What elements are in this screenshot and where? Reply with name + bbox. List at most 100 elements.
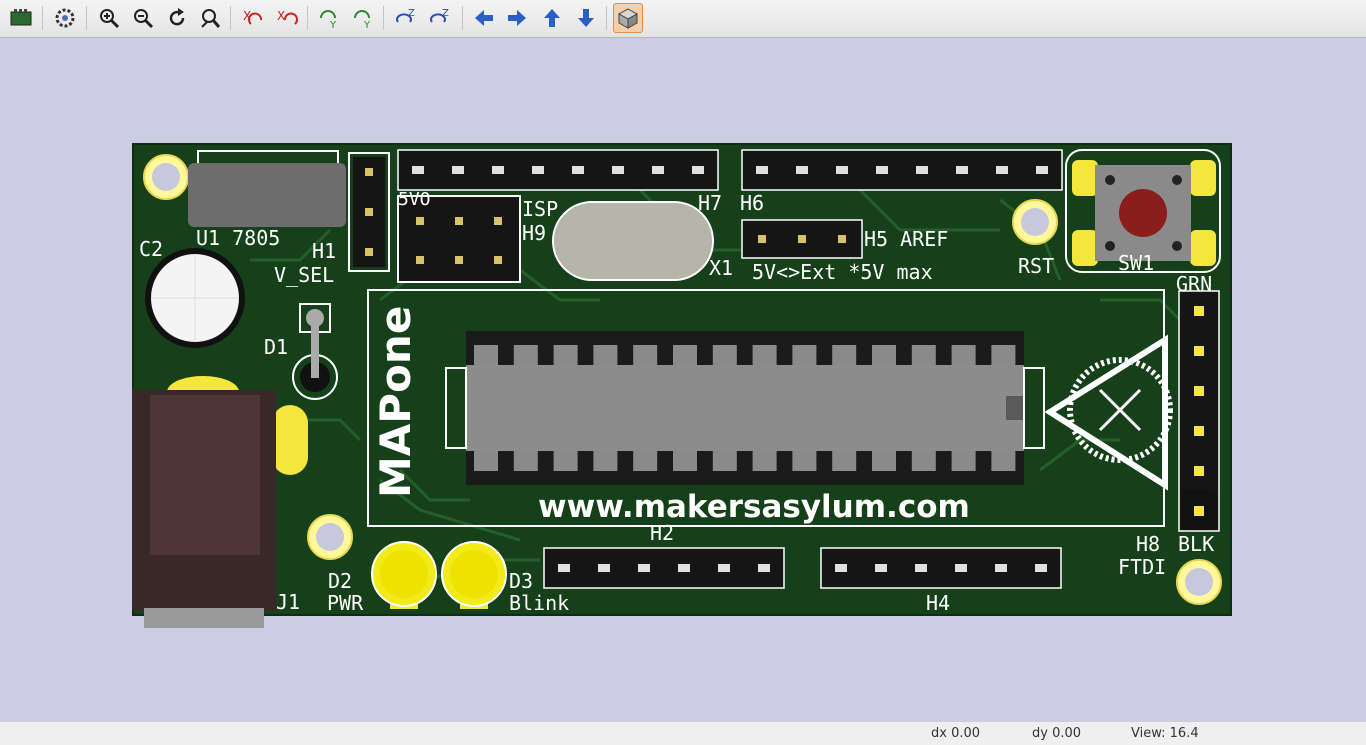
- status-bar: dx 0.00 dy 0.00 View: 16.4: [0, 721, 1366, 745]
- svg-text:Y: Y: [329, 20, 337, 30]
- render-options-button[interactable]: [6, 3, 36, 33]
- header-pin: [1036, 166, 1048, 174]
- mcu-pin: [951, 451, 976, 471]
- rotate-z-ccw-icon: Z: [430, 8, 449, 23]
- svg-text:Y: Y: [363, 20, 371, 30]
- mcu-pin: [593, 451, 618, 471]
- mcu-pin: [792, 345, 817, 365]
- header-pin: [1194, 346, 1204, 356]
- mcu-pin: [593, 345, 618, 365]
- header-pin: [612, 166, 624, 174]
- rotate-x-ccw-icon: X: [277, 9, 298, 25]
- label-d2: D2: [328, 569, 352, 593]
- header-pin: [572, 166, 584, 174]
- mcu-pin: [832, 345, 857, 365]
- header-pin: [1194, 426, 1204, 436]
- mcu-pin: [553, 451, 578, 471]
- rotate-y-cw-icon: Y: [320, 10, 337, 30]
- header-pin: [996, 166, 1008, 174]
- header-pin: [876, 166, 888, 174]
- zoom-in-icon: [100, 9, 120, 29]
- mcu-pin: [553, 345, 578, 365]
- rotate-z-ccw-button[interactable]: Z: [425, 3, 455, 33]
- header-pin: [796, 166, 808, 174]
- label-h7: H7: [698, 191, 722, 215]
- zoom-out-icon: [134, 9, 154, 29]
- settings-button[interactable]: [50, 3, 80, 33]
- header-pin: [692, 166, 704, 174]
- move-right-button[interactable]: [502, 3, 532, 33]
- label-sw1: SW1: [1118, 251, 1154, 275]
- svg-text:Z: Z: [408, 8, 415, 19]
- rotate-y-cw-button[interactable]: Y: [314, 3, 344, 33]
- rotate-z-cw-icon: Z: [396, 8, 415, 23]
- rotate-x-cw-button[interactable]: X: [238, 3, 268, 33]
- zoom-out-button[interactable]: [128, 3, 158, 33]
- x1-crystal: [552, 201, 714, 281]
- header-pin: [915, 564, 927, 572]
- mcu-pin: [673, 345, 697, 365]
- header-pin: [452, 166, 464, 174]
- toolbar: X X Y Y Z Z: [0, 0, 1366, 38]
- header-pin: [836, 166, 848, 174]
- zoom-in-button[interactable]: [94, 3, 124, 33]
- header-pin: [875, 564, 887, 572]
- zoom-fit-button[interactable]: [195, 3, 225, 33]
- mcu-pin: [872, 451, 896, 471]
- mcu-pin: [752, 345, 777, 365]
- label-d3: D3: [509, 569, 533, 593]
- zoom-fit-icon: [201, 9, 221, 28]
- label-ftdi: FTDI: [1118, 555, 1166, 579]
- 3d-viewport[interactable]: U1 7805 C2 H1 V_SEL D1 D2 PWR D3 Blink J…: [0, 38, 1366, 721]
- header-pin: [1035, 564, 1047, 572]
- header-pin: [558, 564, 570, 572]
- orthographic-toggle-button[interactable]: [613, 3, 643, 33]
- orthographic-toggle-icon: [617, 8, 639, 29]
- label-v-sel: V_SEL: [274, 263, 334, 287]
- mcu-pin: [911, 345, 936, 365]
- label-h9: H9: [522, 221, 546, 245]
- mcu-pin: [991, 345, 1016, 365]
- mcu-pin: [673, 451, 697, 471]
- header-pin: [412, 166, 424, 174]
- mcu-pin: [474, 345, 498, 365]
- rotate-x-cw-icon: X: [243, 9, 262, 25]
- label-5vo: 5VO: [398, 189, 431, 210]
- header-pin: [1194, 386, 1204, 396]
- label-pwr: PWR: [327, 591, 364, 615]
- label-h6: H6: [740, 191, 764, 215]
- label-rst: RST: [1018, 254, 1054, 278]
- mcu-pin: [951, 345, 976, 365]
- move-down-button[interactable]: [571, 3, 601, 33]
- rotate-z-cw-button[interactable]: Z: [391, 3, 421, 33]
- move-right-icon: [508, 10, 526, 26]
- mcu-pin: [911, 451, 936, 471]
- label-blk: BLK: [1178, 532, 1214, 556]
- mcu-pin: [633, 451, 658, 471]
- brand-mapone: MAPone: [371, 306, 420, 498]
- mcu-pin: [513, 451, 538, 471]
- rotate-x-ccw-button[interactable]: X: [272, 3, 302, 33]
- header-pin: [995, 564, 1007, 572]
- header-pin: [758, 564, 770, 572]
- header-pin: [678, 564, 690, 572]
- mcu-pin: [633, 345, 658, 365]
- rotate-y-ccw-button[interactable]: Y: [348, 3, 378, 33]
- redraw-button[interactable]: [162, 3, 192, 33]
- label-blink: Blink: [509, 591, 569, 615]
- move-up-button[interactable]: [537, 3, 567, 33]
- move-left-icon: [475, 10, 493, 26]
- header-pin: [532, 166, 544, 174]
- move-down-icon: [578, 9, 594, 27]
- move-left-button[interactable]: [469, 3, 499, 33]
- pcb-render: U1 7805 C2 H1 V_SEL D1 D2 PWR D3 Blink J…: [132, 143, 1232, 628]
- svg-text:Z: Z: [442, 8, 449, 19]
- label-ext: 5V<>Ext *5V max: [752, 260, 933, 284]
- u1-regulator: [188, 163, 346, 227]
- header-pin: [756, 166, 768, 174]
- rotate-y-ccw-icon: Y: [354, 10, 371, 30]
- mcu-pin: [991, 451, 1016, 471]
- header-pin: [916, 166, 928, 174]
- header-pin: [835, 564, 847, 572]
- h7-header: [397, 149, 719, 191]
